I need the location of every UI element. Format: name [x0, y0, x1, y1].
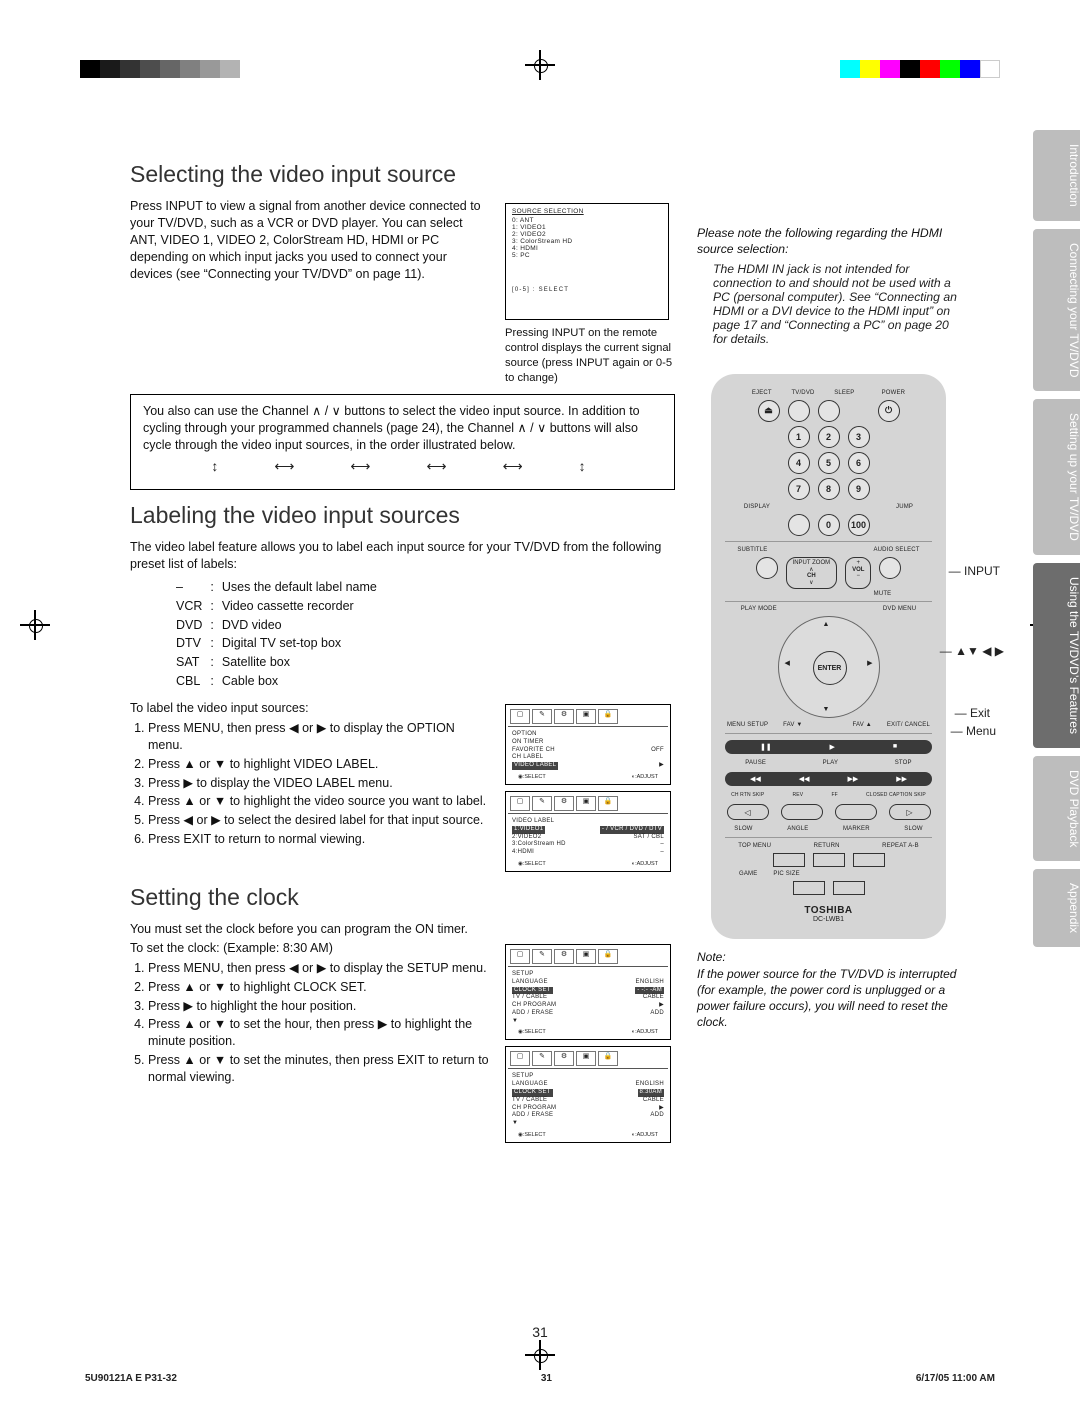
transport-strip-1: ❚❚▶■ — [725, 740, 932, 754]
angle — [781, 804, 823, 820]
sleep-button — [818, 400, 840, 422]
tab-using-features: Using the TV/DVD’s Features — [1033, 563, 1080, 748]
heading-labeling: Labeling the video input sources — [130, 502, 675, 529]
num-6: 6 — [848, 452, 870, 474]
source-caption: Pressing INPUT on the remote control dis… — [505, 326, 675, 386]
tvdvd-button — [788, 400, 810, 422]
num-7: 7 — [788, 478, 810, 500]
tab-appendix: Appendix — [1033, 869, 1080, 947]
eject-button: ⏏ — [758, 400, 780, 422]
labeling-intro: The video label feature allows you to la… — [130, 539, 675, 573]
source-selection-osd: SOURCE SELECTION 0: ANT 1: VIDEO1 2: VID… — [505, 203, 669, 320]
label-steps: Press MENU, then press ◀ or ▶ to display… — [130, 720, 491, 848]
brand: TOSHIBA — [721, 905, 936, 916]
tab-introduction: Introduction — [1033, 130, 1080, 221]
dpad: ▲ ▼ ◀ ▶ ENTER — [778, 616, 880, 718]
heading-clock: Setting the clock — [130, 884, 675, 911]
page-root: Introduction Connecting your TV/DVD Sett… — [0, 0, 1080, 1424]
vol-rocker: +VOL− — [845, 557, 871, 589]
print-footer: 5U90121A E P31-32316/17/05 11:00 AM — [85, 1373, 995, 1384]
slow-l: ◁ — [727, 804, 769, 820]
model: DC-LWB1 — [721, 916, 936, 923]
num-5: 5 — [818, 452, 840, 474]
chapter-tabs: Introduction Connecting your TV/DVD Sett… — [1033, 130, 1080, 947]
option-menu-osd: ▢✎⚙▣🔒 OPTION ON TIMER FAVORITE CHOFF CH … — [505, 704, 671, 785]
num-8: 8 — [818, 478, 840, 500]
preset-label-table: –:Uses the default label name VCR:Video … — [130, 577, 385, 692]
callout-menu: — Menu — [951, 724, 996, 738]
callout-exit: — Exit — [955, 706, 990, 720]
clock-lead: To set the clock: (Example: 8:30 AM) — [130, 940, 491, 957]
crop-mark-top — [525, 50, 555, 80]
select-source-body: Press INPUT to view a signal from anothe… — [130, 198, 491, 386]
tab-connecting: Connecting your TV/DVD — [1033, 229, 1080, 392]
callout-input: — INPUT — [949, 564, 1000, 578]
label-lead: To label the video input sources: — [130, 700, 491, 717]
power-button: ⏻ — [878, 400, 900, 422]
setup-menu-osd-2: ▢✎⚙▣🔒 SETUP LANGUAGEENGLISH CLOCK SET 8:… — [505, 1046, 671, 1143]
cycle-arrows: ↕⟷⟷⟷⟷↕ — [143, 458, 662, 475]
input-ch-rocker: INPUT ZOOM∧CH∨ — [786, 557, 838, 589]
subtitle-button — [756, 557, 778, 579]
enter-button: ENTER — [813, 651, 847, 685]
registration-marks — [80, 60, 240, 78]
crop-mark-left — [20, 610, 50, 640]
display-button — [788, 514, 810, 536]
num-2: 2 — [818, 426, 840, 448]
num-100: 100 — [848, 514, 870, 536]
num-4: 4 — [788, 452, 810, 474]
remote-control-diagram: EJECT TV/DVD SLEEP POWER ⏏⏻ 123 456 789 … — [711, 374, 946, 939]
num-0: 0 — [818, 514, 840, 536]
clock-steps: Press MENU, then press ◀ or ▶ to display… — [130, 960, 491, 1086]
callout-arrows: — ▲▼ ◀ ▶ — [940, 644, 1004, 658]
slow-r: ▷ — [889, 804, 931, 820]
num-1: 1 — [788, 426, 810, 448]
power-note: Note:If the power source for the TV/DVD … — [697, 949, 960, 1030]
tab-dvd-playback: DVD Playback — [1033, 756, 1080, 861]
color-bar — [840, 60, 1000, 78]
hdmi-note-lead: Please note the following regarding the … — [697, 225, 960, 258]
hdmi-note-body: The HDMI IN jack is not intended for con… — [697, 262, 960, 346]
page-number: 31 — [532, 1324, 548, 1340]
crop-mark-bottom — [525, 1340, 555, 1370]
video-label-menu-osd: ▢✎⚙▣🔒 VIDEO LABEL 1:VIDEO1- / VCR / DVD … — [505, 791, 671, 872]
num-3: 3 — [848, 426, 870, 448]
clock-intro: You must set the clock before you can pr… — [130, 921, 675, 938]
mute-button — [879, 557, 901, 579]
tab-setting-up: Setting up your TV/DVD — [1033, 399, 1080, 555]
num-9: 9 — [848, 478, 870, 500]
heading-select-source: Selecting the video input source — [130, 161, 675, 188]
transport-strip-2: ◀◀◀◀▶▶▶▶ — [725, 772, 932, 786]
channel-cycle-note: You also can use the Channel ∧ / ∨ butto… — [130, 394, 675, 490]
setup-menu-osd-1: ▢✎⚙▣🔒 SETUP LANGUAGEENGLISH CLOCK SET - … — [505, 944, 671, 1041]
marker — [835, 804, 877, 820]
